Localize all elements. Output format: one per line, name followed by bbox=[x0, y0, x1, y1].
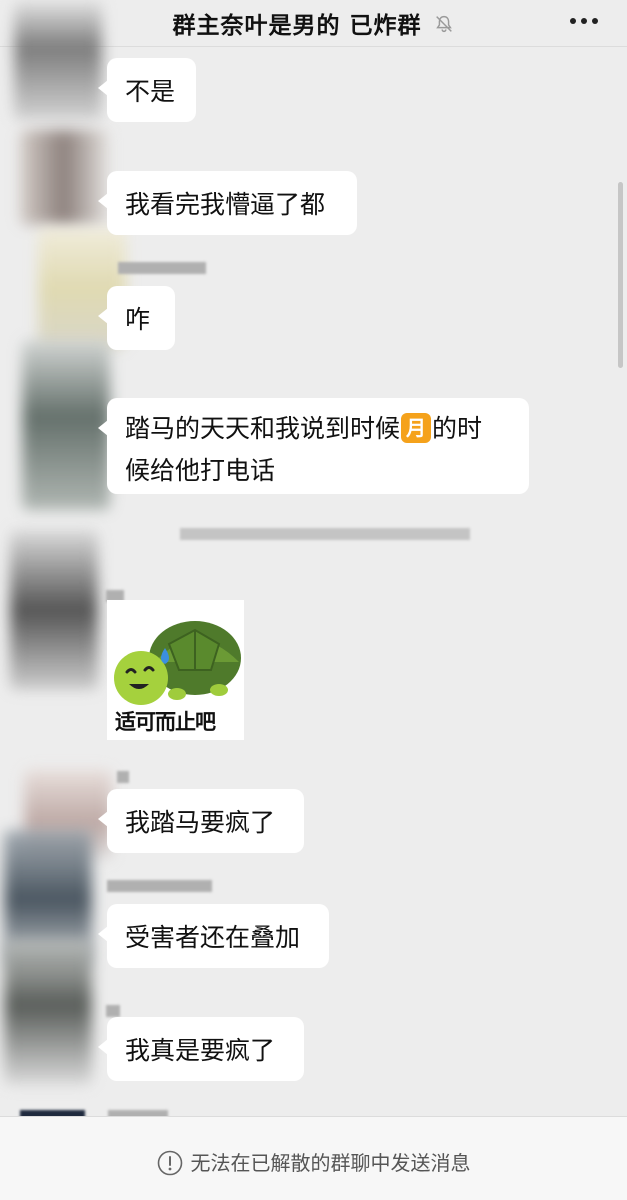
sender-name-blurred bbox=[180, 528, 470, 540]
sender-name-blurred bbox=[106, 1005, 120, 1017]
disbanded-notice: 无法在已解散的群聊中发送消息 bbox=[0, 1147, 627, 1176]
message-text: 咋 bbox=[125, 305, 151, 334]
message-text: 我看完我懵逼了都 bbox=[125, 190, 326, 219]
avatar[interactable] bbox=[10, 530, 98, 690]
sticker-turtle[interactable]: 适可而止吧 bbox=[107, 600, 244, 740]
sender-name-blurred bbox=[117, 771, 129, 783]
message-bubble[interactable]: 不是 bbox=[98, 58, 196, 122]
message-bubble[interactable]: 我踏马要疯了 bbox=[98, 789, 304, 853]
message-text: 我真是要疯了 bbox=[125, 1036, 276, 1065]
message-text: 踏马的天天和我说到时候 bbox=[125, 414, 401, 443]
message-bubble[interactable]: 受害者还在叠加 bbox=[98, 904, 329, 968]
more-horizontal-icon[interactable] bbox=[569, 14, 599, 28]
disbanded-notice-bar: 无法在已解散的群聊中发送消息 bbox=[0, 1116, 627, 1200]
sticker-caption: 适可而止吧 bbox=[115, 710, 216, 734]
message-text: 我踏马要疯了 bbox=[125, 808, 276, 837]
scrollbar[interactable] bbox=[618, 182, 623, 368]
message-bubble[interactable]: 咋 bbox=[98, 286, 175, 350]
message-bubble[interactable]: 我真是要疯了 bbox=[98, 1017, 304, 1081]
message-text: 受害者还在叠加 bbox=[125, 923, 301, 952]
avatar[interactable] bbox=[22, 340, 110, 510]
avatar[interactable] bbox=[20, 130, 108, 225]
message-bubble[interactable]: 我看完我懵逼了都 bbox=[98, 171, 357, 235]
moon-emoji: 月 bbox=[401, 413, 432, 443]
disbanded-notice-text: 无法在已解散的群聊中发送消息 bbox=[190, 1151, 471, 1175]
message-bubble[interactable]: 踏马的天天和我说到时候月的时 候给他打电话 bbox=[98, 398, 529, 494]
bell-muted-icon bbox=[435, 15, 452, 33]
avatar[interactable] bbox=[14, 0, 102, 120]
sender-name-blurred bbox=[107, 880, 212, 892]
sender-name-blurred bbox=[118, 262, 206, 274]
avatar[interactable] bbox=[4, 940, 92, 1085]
info-circle-icon bbox=[157, 1150, 182, 1176]
message-text: 候给他打电话 bbox=[125, 456, 276, 485]
message-text: 的时 bbox=[432, 414, 483, 443]
chat-title: 群主奈叶是男的 已炸群 bbox=[172, 13, 422, 39]
message-text: 不是 bbox=[125, 77, 176, 106]
chat-window: { "header": { "title": "群主奈叶是男的 已炸群", "m… bbox=[0, 0, 627, 1200]
